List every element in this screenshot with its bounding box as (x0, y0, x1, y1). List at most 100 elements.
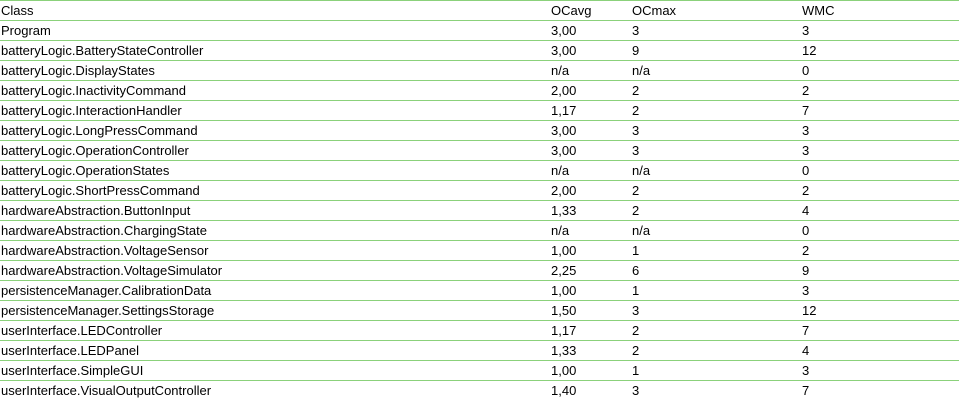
metrics-table: Class OCavg OCmax WMC Program 3,00 3 3 batte… (0, 0, 959, 400)
metrics-table-body: Class OCavg OCmax WMC Program 3,00 3 3 batte… (0, 0, 959, 400)
cell-ocavg[interactable]: 1,33 (550, 340, 631, 361)
header-cell-ocmax[interactable]: OCmax (631, 0, 801, 21)
cell-ocmax[interactable]: 3 (631, 120, 801, 141)
table-row: batteryLogic.InactivityCommand 2,00 2 2 (0, 80, 959, 101)
cell-ocavg[interactable]: 1,40 (550, 380, 631, 400)
table-row: hardwareAbstraction.VoltageSimulator 2,25… (0, 260, 959, 281)
table-row: hardwareAbstraction.ChargingState n/a n/a 0 (0, 220, 959, 241)
header-row: Class OCavg OCmax WMC (0, 0, 959, 21)
table-row: batteryLogic.OperationStates n/a n/a 0 (0, 160, 959, 181)
cell-ocmax[interactable]: 3 (631, 20, 801, 41)
cell-ocavg[interactable]: 1,50 (550, 300, 631, 321)
cell-wmc[interactable]: 0 (801, 60, 959, 81)
cell-ocavg[interactable]: 3,00 (550, 120, 631, 141)
cell-class[interactable]: batteryLogic.ShortPressCommand (0, 180, 550, 201)
cell-ocmax[interactable]: n/a (631, 60, 801, 81)
cell-class[interactable]: userInterface.SimpleGUI (0, 360, 550, 381)
cell-ocavg[interactable]: 1,00 (550, 360, 631, 381)
cell-ocmax[interactable]: 2 (631, 100, 801, 121)
cell-class[interactable]: batteryLogic.DisplayStates (0, 60, 550, 81)
cell-ocmax[interactable]: 3 (631, 380, 801, 400)
cell-wmc[interactable]: 3 (801, 120, 959, 141)
cell-ocavg[interactable]: 1,00 (550, 240, 631, 261)
cell-wmc[interactable]: 12 (801, 300, 959, 321)
table-row: batteryLogic.BatteryStateController 3,00 9… (0, 40, 959, 61)
cell-wmc[interactable]: 2 (801, 80, 959, 101)
table-row: batteryLogic.ShortPressCommand 2,00 2 2 (0, 180, 959, 201)
cell-class[interactable]: hardwareAbstraction.VoltageSimulator (0, 260, 550, 281)
cell-wmc[interactable]: 4 (801, 340, 959, 361)
cell-ocmax[interactable]: n/a (631, 160, 801, 181)
cell-class[interactable]: hardwareAbstraction.ChargingState (0, 220, 550, 241)
cell-ocavg[interactable]: 2,25 (550, 260, 631, 281)
cell-class[interactable]: hardwareAbstraction.VoltageSensor (0, 240, 550, 261)
cell-wmc[interactable]: 3 (801, 360, 959, 381)
cell-wmc[interactable]: 3 (801, 280, 959, 301)
cell-ocmax[interactable]: 1 (631, 240, 801, 261)
cell-class[interactable]: userInterface.LEDController (0, 320, 550, 341)
cell-ocavg[interactable]: 3,00 (550, 40, 631, 61)
cell-wmc[interactable]: 4 (801, 200, 959, 221)
cell-class[interactable]: batteryLogic.InactivityCommand (0, 80, 550, 101)
cell-ocmax[interactable]: 2 (631, 200, 801, 221)
cell-ocmax[interactable]: 9 (631, 40, 801, 61)
cell-wmc[interactable]: 7 (801, 380, 959, 400)
cell-wmc[interactable]: 7 (801, 320, 959, 341)
cell-class[interactable]: userInterface.LEDPanel (0, 340, 550, 361)
metrics-sheet: Class OCavg OCmax WMC Program 3,00 3 3 batte… (0, 0, 959, 400)
table-row: userInterface.LEDPanel 1,33 2 4 (0, 340, 959, 361)
cell-ocavg[interactable]: 2,00 (550, 80, 631, 101)
cell-ocmax[interactable]: 3 (631, 140, 801, 161)
cell-ocavg[interactable]: 1,00 (550, 280, 631, 301)
cell-wmc[interactable]: 3 (801, 20, 959, 41)
header-cell-wmc[interactable]: WMC (801, 0, 959, 21)
table-row: batteryLogic.LongPressCommand 3,00 3 3 (0, 120, 959, 141)
table-row: persistenceManager.CalibrationData 1,00 1 3 (0, 280, 959, 301)
cell-ocavg[interactable]: 2,00 (550, 180, 631, 201)
cell-class[interactable]: hardwareAbstraction.ButtonInput (0, 200, 550, 221)
cell-class[interactable]: persistenceManager.SettingsStorage (0, 300, 550, 321)
table-row: userInterface.SimpleGUI 1,00 1 3 (0, 360, 959, 381)
cell-ocmax[interactable]: 1 (631, 280, 801, 301)
table-row: Program 3,00 3 3 (0, 20, 959, 41)
cell-wmc[interactable]: 9 (801, 260, 959, 281)
cell-class[interactable]: batteryLogic.OperationStates (0, 160, 550, 181)
cell-ocavg[interactable]: n/a (550, 220, 631, 241)
cell-wmc[interactable]: 12 (801, 40, 959, 61)
cell-ocmax[interactable]: n/a (631, 220, 801, 241)
cell-class[interactable]: batteryLogic.OperationController (0, 140, 550, 161)
cell-class[interactable]: batteryLogic.BatteryStateController (0, 40, 550, 61)
cell-ocmax[interactable]: 2 (631, 180, 801, 201)
cell-wmc[interactable]: 7 (801, 100, 959, 121)
cell-wmc[interactable]: 2 (801, 180, 959, 201)
cell-ocavg[interactable]: 1,17 (550, 100, 631, 121)
cell-class[interactable]: userInterface.VisualOutputController (0, 380, 550, 400)
cell-ocavg[interactable]: n/a (550, 160, 631, 181)
cell-ocavg[interactable]: 1,33 (550, 200, 631, 221)
cell-class[interactable]: batteryLogic.LongPressCommand (0, 120, 550, 141)
cell-wmc[interactable]: 0 (801, 160, 959, 181)
table-row: hardwareAbstraction.ButtonInput 1,33 2 4 (0, 200, 959, 221)
table-row: batteryLogic.OperationController 3,00 3 3 (0, 140, 959, 161)
cell-ocmax[interactable]: 6 (631, 260, 801, 281)
cell-ocavg[interactable]: 3,00 (550, 140, 631, 161)
cell-ocavg[interactable]: 3,00 (550, 20, 631, 41)
cell-ocmax[interactable]: 1 (631, 360, 801, 381)
header-cell-class[interactable]: Class (0, 0, 550, 21)
cell-ocmax[interactable]: 2 (631, 340, 801, 361)
table-row: batteryLogic.DisplayStates n/a n/a 0 (0, 60, 959, 81)
cell-ocavg[interactable]: n/a (550, 60, 631, 81)
cell-ocmax[interactable]: 2 (631, 80, 801, 101)
cell-ocmax[interactable]: 2 (631, 320, 801, 341)
cell-wmc[interactable]: 2 (801, 240, 959, 261)
cell-class[interactable]: Program (0, 20, 550, 41)
header-cell-ocavg[interactable]: OCavg (550, 0, 631, 21)
table-row: userInterface.LEDController 1,17 2 7 (0, 320, 959, 341)
cell-ocmax[interactable]: 3 (631, 300, 801, 321)
cell-class[interactable]: persistenceManager.CalibrationData (0, 280, 550, 301)
cell-wmc[interactable]: 0 (801, 220, 959, 241)
cell-class[interactable]: batteryLogic.InteractionHandler (0, 100, 550, 121)
cell-wmc[interactable]: 3 (801, 140, 959, 161)
table-row: userInterface.VisualOutputController 1,40… (0, 380, 959, 400)
cell-ocavg[interactable]: 1,17 (550, 320, 631, 341)
